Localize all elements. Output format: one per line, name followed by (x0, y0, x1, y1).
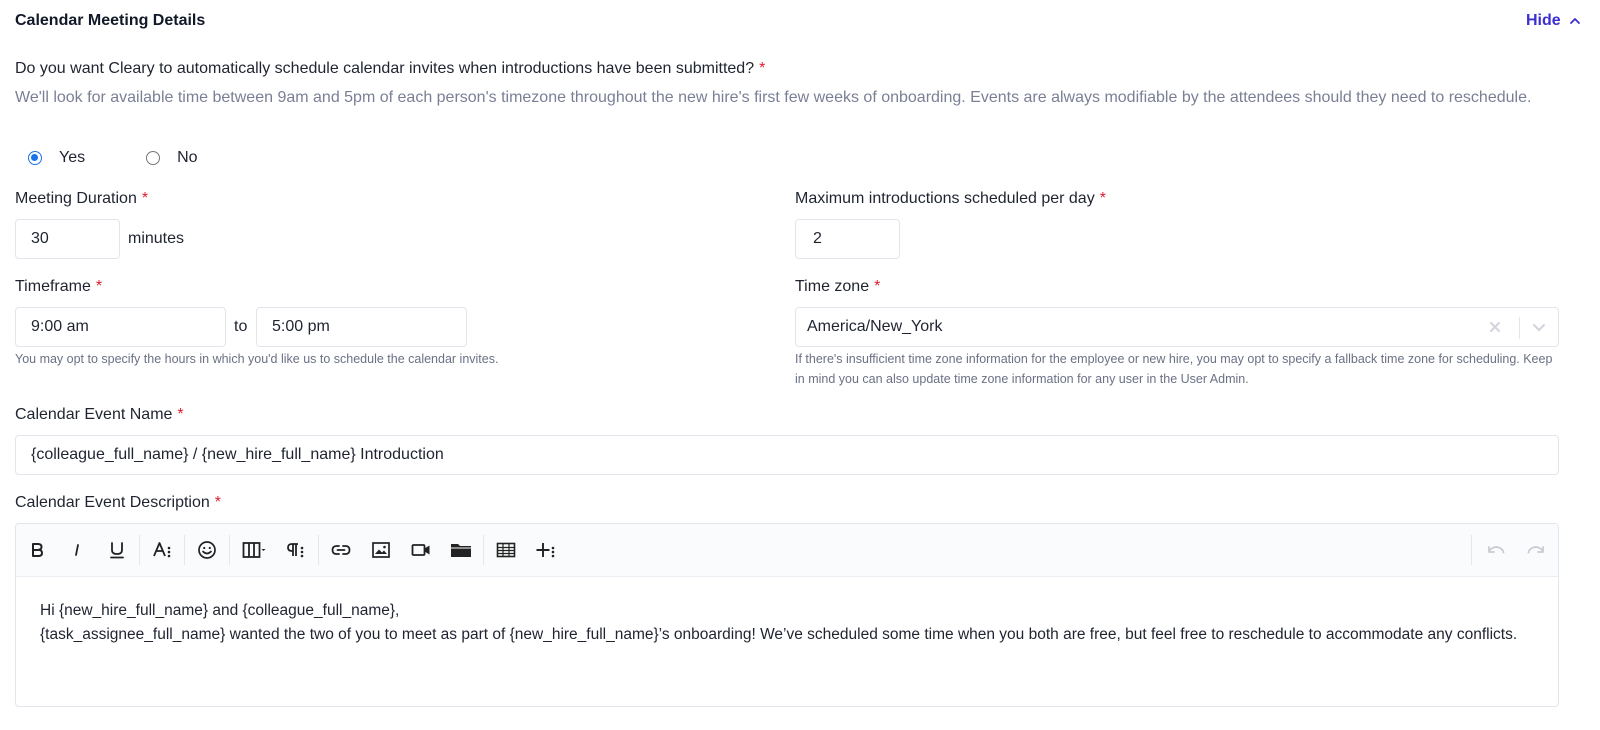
toolbar-separator (1471, 535, 1472, 565)
meeting-duration-label: Meeting Duration * (15, 190, 149, 207)
event-name-input[interactable]: {colleague_full_name} / {new_hire_full_n… (15, 435, 1559, 475)
radio-no[interactable]: No (146, 149, 198, 167)
hide-label: Hide (1526, 12, 1561, 29)
required-marker: * (759, 60, 766, 77)
table-icon[interactable] (486, 530, 526, 570)
chevron-down-icon[interactable] (1530, 318, 1548, 341)
timeframe-end-input[interactable]: 5:00 pm (256, 307, 467, 347)
schedule-radio-group: Yes No (28, 149, 198, 167)
radio-no-label: No (177, 149, 198, 166)
required-marker: * (214, 494, 221, 511)
undo-icon[interactable] (1476, 530, 1516, 570)
radio-yes-label: Yes (59, 149, 86, 166)
redo-icon[interactable] (1516, 530, 1556, 570)
radio-no-circle[interactable] (146, 151, 161, 165)
image-icon[interactable] (361, 530, 401, 570)
paragraph-format-icon[interactable] (276, 530, 316, 570)
editor-line: Hi {new_hire_full_name} and {colleague_f… (40, 602, 400, 619)
event-name-label: Calendar Event Name * (15, 406, 184, 423)
clear-icon[interactable] (1486, 318, 1504, 341)
radio-yes[interactable]: Yes (28, 149, 85, 167)
meeting-duration-input[interactable]: 30 (15, 219, 120, 259)
required-marker: * (95, 278, 103, 295)
time-zone-label: Time zone * (795, 278, 881, 295)
hide-button[interactable]: Hide (1526, 12, 1581, 30)
editor-toolbar (16, 524, 1558, 577)
chevron-up-icon (1569, 18, 1580, 24)
schedule-question-label: Do you want Cleary to automatically sche… (15, 60, 766, 77)
max-intros-label: Maximum introductions scheduled per day * (795, 190, 1106, 207)
rich-text-editor: Hi {new_hire_full_name} and {colleague_f… (15, 523, 1559, 707)
toolbar-separator (483, 535, 484, 565)
emoji-icon[interactable] (187, 530, 227, 570)
underline-icon[interactable] (97, 530, 137, 570)
time-zone-value: America/New_York (807, 318, 943, 335)
required-marker: * (874, 278, 881, 295)
schedule-question-description: We'll look for available time between 9a… (15, 89, 1532, 106)
timeframe-label: Timeframe * (15, 278, 103, 295)
bold-icon[interactable] (17, 530, 57, 570)
toolbar-separator (139, 535, 140, 565)
video-icon[interactable] (401, 530, 441, 570)
radio-yes-circle[interactable] (28, 151, 42, 165)
required-marker: * (177, 406, 184, 423)
required-marker: * (141, 190, 149, 207)
timeframe-separator: to (234, 318, 248, 335)
event-description-label: Calendar Event Description * (15, 494, 221, 511)
time-zone-help: If there's insufficient time zone inform… (795, 352, 1553, 386)
timeframe-start-input[interactable]: 9:00 am (15, 307, 226, 347)
section-title: Calendar Meeting Details (15, 12, 206, 29)
editor-line: {task_assignee_full_name} wanted the two… (40, 626, 1518, 643)
toolbar-separator (318, 535, 319, 565)
italic-icon[interactable] (57, 530, 97, 570)
minutes-label: minutes (128, 230, 185, 247)
toolbar-separator (184, 535, 185, 565)
folder-icon[interactable] (441, 530, 481, 570)
required-marker: * (1099, 190, 1106, 207)
toolbar-separator (229, 535, 230, 565)
insert-more-icon[interactable] (526, 530, 566, 570)
link-icon[interactable] (321, 530, 361, 570)
editor-content[interactable]: Hi {new_hire_full_name} and {colleague_f… (16, 577, 1558, 669)
timeframe-help: You may opt to specify the hours in whic… (15, 352, 499, 366)
select-divider (1519, 317, 1520, 339)
max-intros-input[interactable]: 2 (795, 219, 900, 259)
time-zone-select[interactable]: America/New_York (795, 307, 1559, 347)
columns-icon[interactable] (232, 530, 276, 570)
font-size-icon[interactable] (142, 530, 182, 570)
